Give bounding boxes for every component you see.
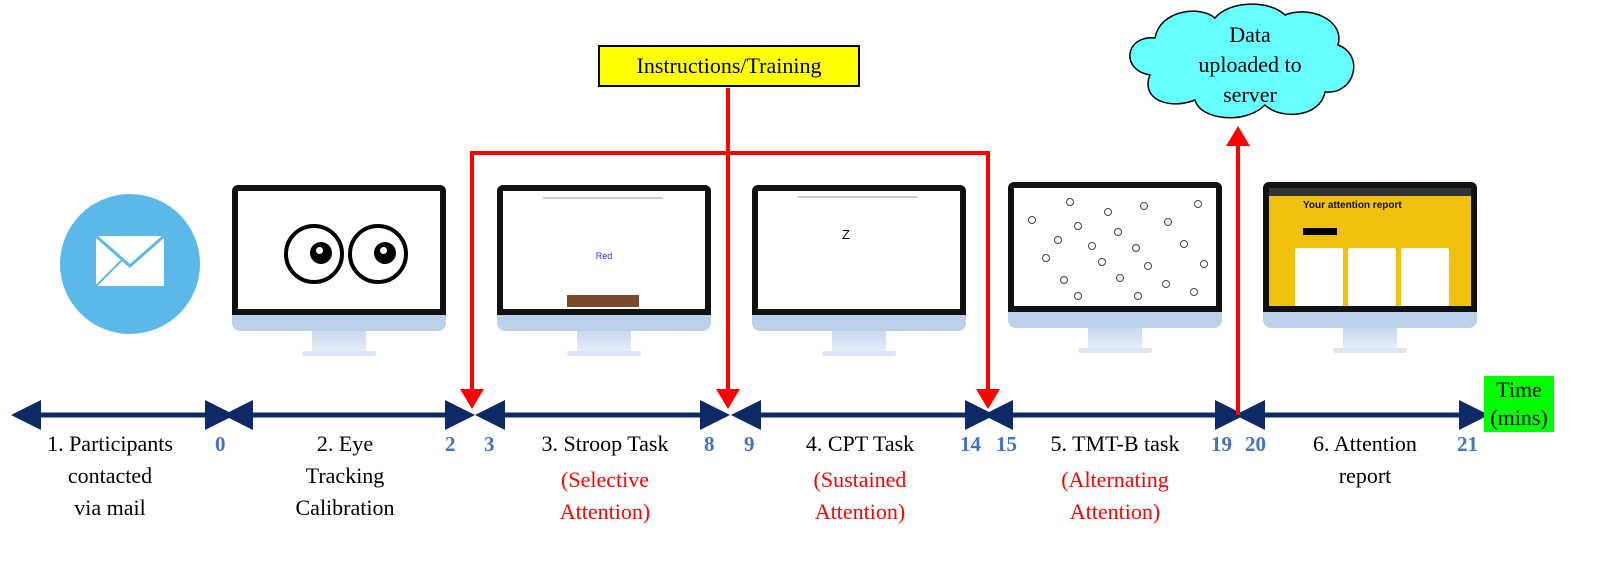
tmt-node (1200, 260, 1208, 268)
tmt-node (1114, 228, 1122, 236)
tmt-node (1194, 200, 1202, 208)
cloud-line: server (1223, 82, 1277, 107)
tmt-node (1060, 276, 1068, 284)
tick-15: 15 (996, 432, 1017, 456)
step-5-label: 5. TMT-B task (Alternating Attention) (1050, 431, 1180, 524)
tmt-node (1134, 292, 1142, 300)
time-unit: (mins) (1490, 405, 1548, 430)
stroop-monitor: Red (497, 185, 711, 360)
tick-9: 9 (744, 432, 755, 456)
tmt-node (1132, 244, 1140, 252)
cpt-letter: Z (842, 227, 850, 242)
attention-report-monitor: Your attention report (1263, 182, 1477, 357)
stroop-word: Red (595, 251, 613, 261)
tmt-node (1028, 216, 1036, 224)
tmt-node (1042, 254, 1050, 262)
tick-3: 3 (484, 432, 495, 456)
tmt-node (1104, 208, 1112, 216)
tick-21: 21 (1457, 432, 1478, 456)
tick-8: 8 (704, 432, 715, 456)
tmt-node (1162, 280, 1170, 288)
cloud-line: uploaded to (1198, 52, 1302, 77)
cloud-label: Data uploaded to server (1175, 20, 1325, 110)
report-title: Your attention report (1303, 200, 1402, 211)
envelope-icon (60, 194, 200, 334)
eye-icon (284, 224, 344, 284)
time-label: Time (1496, 377, 1542, 402)
tmt-node (1074, 292, 1082, 300)
tmt-node (1144, 262, 1152, 270)
tmt-node (1140, 202, 1148, 210)
time-axis-label: Time (mins) (1484, 376, 1554, 432)
tmt-node (1180, 240, 1188, 248)
study-timeline-diagram: Instructions/Training Data uploaded to s… (0, 0, 1620, 566)
eye-icon (348, 224, 408, 284)
tmt-node (1164, 218, 1172, 226)
step-4-label: 4. CPT Task (Sustained Attention) (805, 431, 915, 524)
tmt-b-monitor (1008, 182, 1222, 357)
step-6-label: 6. Attention report (1313, 431, 1417, 488)
step-2-label: 2. Eye Tracking Calibration (295, 431, 395, 520)
tmt-node (1074, 222, 1082, 230)
tmt-node (1054, 236, 1062, 244)
tmt-node (1066, 198, 1074, 206)
instructions-training-box: Instructions/Training (598, 45, 860, 87)
tick-19: 19 (1211, 432, 1232, 456)
step-1-label: 1. Participants contacted via mail (47, 431, 173, 520)
tick-14: 14 (960, 432, 981, 456)
tmt-node (1088, 242, 1096, 250)
tick-0: 0 (215, 432, 226, 456)
tmt-node (1190, 288, 1198, 296)
cpt-monitor: Z (752, 185, 966, 360)
tick-2: 2 (445, 432, 456, 456)
cloud-line: Data (1229, 22, 1271, 47)
step-3-label: 3. Stroop Task (Selective Attention) (541, 431, 669, 524)
tick-20: 20 (1245, 432, 1266, 456)
tmt-node (1098, 258, 1106, 266)
eye-tracking-monitor (232, 185, 446, 360)
tmt-node (1116, 274, 1124, 282)
